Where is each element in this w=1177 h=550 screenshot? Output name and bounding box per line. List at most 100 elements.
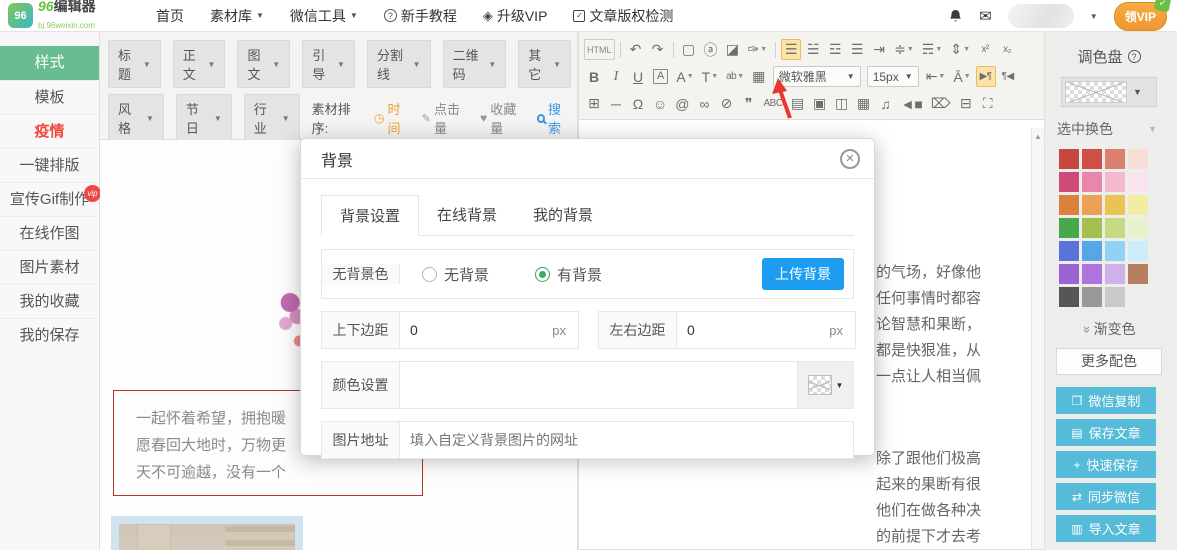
- vertical-margin-input[interactable]: [400, 312, 553, 348]
- menu-wechat-tools[interactable]: 微信工具 ▼: [290, 6, 358, 26]
- get-vip-button[interactable]: 领VIP ✓: [1113, 0, 1172, 31]
- color-swatch[interactable]: [1105, 149, 1125, 169]
- image-url-input[interactable]: [400, 422, 853, 458]
- subscript-icon[interactable]: x₂: [997, 39, 1017, 60]
- image-icon[interactable]: ▣: [810, 93, 830, 114]
- table-icon[interactable]: ⊞: [584, 93, 604, 114]
- special-char-icon[interactable]: Ω: [628, 93, 648, 114]
- unlink-icon[interactable]: ⊘: [717, 93, 737, 114]
- radio-no-background[interactable]: 无背景: [422, 264, 489, 285]
- align-center-icon[interactable]: ☱: [803, 39, 823, 60]
- underline-button[interactable]: U: [628, 66, 648, 87]
- color-swatch[interactable]: [1105, 241, 1125, 261]
- radio-has-background[interactable]: 有背景: [535, 264, 602, 285]
- align-left-icon[interactable]: ☰: [781, 39, 802, 60]
- editor-scrollbar[interactable]: ▲: [1031, 128, 1044, 549]
- category-other-button[interactable]: 其它 ▼: [518, 40, 571, 88]
- tab-background-settings[interactable]: 背景设置: [321, 195, 420, 236]
- color-swatch[interactable]: [1082, 172, 1102, 192]
- category-guide-button[interactable]: 引导 ▼: [302, 40, 355, 88]
- import-article-button[interactable]: ▥ 导入文章: [1056, 515, 1156, 542]
- color-swatch[interactable]: [1082, 287, 1102, 307]
- emoji-icon[interactable]: ☺: [650, 93, 670, 114]
- color-swatch[interactable]: [1105, 172, 1125, 192]
- text-style-button[interactable]: T ▼: [699, 66, 722, 87]
- qrcode-icon[interactable]: ▦: [854, 93, 874, 114]
- color-swatch[interactable]: [1059, 218, 1079, 238]
- color-swatch[interactable]: [1128, 195, 1148, 215]
- horizontal-rule-icon[interactable]: ─: [606, 93, 626, 114]
- sidebar-item-my-favorites[interactable]: 我的收藏: [0, 284, 99, 318]
- superscript-icon[interactable]: x²: [975, 39, 995, 60]
- scroll-up-icon[interactable]: ▲: [1032, 128, 1044, 141]
- color-swatch[interactable]: [1059, 241, 1079, 261]
- char-scale-icon[interactable]: Ā ▼: [950, 66, 973, 87]
- bold-button[interactable]: B: [584, 66, 604, 87]
- filter-festival-button[interactable]: 节日 ▼: [175, 94, 232, 142]
- paragraph-spacing-icon[interactable]: ☴ ▼: [919, 39, 946, 60]
- clean-format-icon[interactable]: ⌦: [928, 93, 954, 114]
- color-swatch[interactable]: [1082, 241, 1102, 261]
- letter-spacing-icon[interactable]: ⇕ ▼: [947, 39, 973, 60]
- color-swatch[interactable]: [1082, 149, 1102, 169]
- category-image-text-button[interactable]: 图文 ▼: [237, 40, 291, 88]
- message-icon[interactable]: ✉: [979, 7, 992, 25]
- chevron-down-icon[interactable]: ▼: [1090, 12, 1098, 21]
- menu-home[interactable]: 首页: [156, 6, 184, 26]
- fullscreen-icon[interactable]: ⛶: [978, 93, 998, 114]
- filter-style-button[interactable]: 风格 ▼: [108, 94, 164, 142]
- sidebar-item-gif-maker[interactable]: 宣传Gif制作 vip: [0, 182, 101, 216]
- font-size-select[interactable]: 15px ▼: [866, 66, 919, 87]
- menu-material-library[interactable]: 素材库 ▼: [210, 6, 264, 26]
- color-swatch[interactable]: [1105, 287, 1125, 307]
- line-height-icon[interactable]: ≑ ▼: [891, 39, 917, 60]
- auto-typeset-icon[interactable]: ⓐ: [701, 39, 721, 60]
- photo-template[interactable]: 收藏: [111, 516, 303, 550]
- color-swatch[interactable]: [1128, 241, 1148, 261]
- current-color-picker[interactable]: ▼: [1061, 77, 1157, 107]
- help-icon[interactable]: ?: [1127, 50, 1141, 63]
- background-settings-icon[interactable]: ▦: [749, 66, 769, 87]
- sidebar-item-epidemic[interactable]: 疫情: [0, 114, 99, 148]
- horizontal-margin-input[interactable]: [677, 312, 830, 348]
- menu-copyright-check[interactable]: ✓ 文章版权检测: [573, 6, 673, 26]
- gradient-color-toggle[interactable]: «渐变色: [1053, 319, 1165, 339]
- text-layout-icon[interactable]: ⊟: [956, 93, 976, 114]
- sidebar-item-style[interactable]: 样式: [0, 46, 99, 80]
- color-swatch[interactable]: [1105, 218, 1125, 238]
- color-swatch[interactable]: [1105, 264, 1125, 284]
- save-article-button[interactable]: ▤ 保存文章: [1056, 419, 1156, 446]
- sort-by-favorites[interactable]: ♥ 收藏量: [480, 99, 524, 137]
- color-swatch[interactable]: [1128, 264, 1148, 284]
- menu-upgrade-vip[interactable]: ◈ 升级VIP: [483, 6, 548, 26]
- color-dropdown[interactable]: ▼: [797, 362, 853, 408]
- upload-background-button[interactable]: 上传背景: [762, 258, 844, 290]
- category-qrcode-button[interactable]: 二维码 ▼: [442, 40, 507, 88]
- italic-button[interactable]: I: [606, 66, 626, 87]
- color-swatch[interactable]: [1082, 195, 1102, 215]
- eraser-icon[interactable]: ◪: [723, 39, 743, 60]
- category-divider-button[interactable]: 分割线 ▼: [366, 40, 431, 88]
- color-swatch[interactable]: [1059, 172, 1079, 192]
- color-swatch[interactable]: [1059, 195, 1079, 215]
- undo-icon[interactable]: ↶: [626, 39, 646, 60]
- search-button[interactable]: 搜索: [536, 99, 571, 137]
- anchor-icon[interactable]: @: [672, 93, 692, 114]
- color-value-input[interactable]: [400, 362, 797, 408]
- color-swatch[interactable]: [1059, 287, 1079, 307]
- avatar[interactable]: [1007, 4, 1074, 28]
- blockquote-icon[interactable]: ❞: [739, 93, 759, 114]
- html-source-button[interactable]: HTML: [584, 39, 615, 60]
- ltr-direction-icon[interactable]: ▶¶: [975, 66, 996, 87]
- new-document-icon[interactable]: ▢: [679, 39, 699, 60]
- color-swatch[interactable]: [1128, 287, 1148, 307]
- category-title-button[interactable]: 标题 ▼: [108, 40, 161, 88]
- gallery-icon[interactable]: ◫: [832, 93, 852, 114]
- sidebar-item-my-saves[interactable]: 我的保存: [0, 318, 99, 352]
- more-colors-button[interactable]: 更多配色: [1056, 348, 1162, 375]
- sidebar-item-template[interactable]: 模板: [0, 80, 99, 114]
- close-icon[interactable]: ✕: [840, 148, 860, 169]
- color-swatch[interactable]: [1059, 149, 1079, 169]
- highlight-button[interactable]: ab ▼: [723, 66, 747, 87]
- wechat-copy-button[interactable]: ❐ 微信复制: [1056, 387, 1156, 414]
